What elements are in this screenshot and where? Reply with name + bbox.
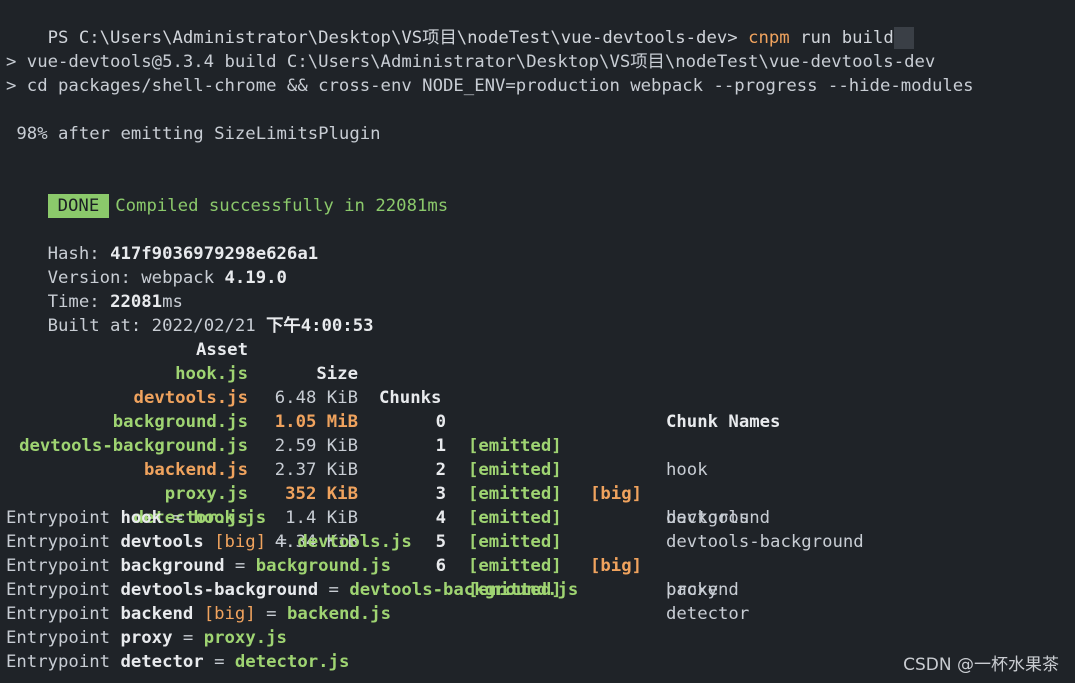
table-row: backend.js 352 KiB 4 [emitted] [big] bac… [6, 434, 1006, 600]
entrypoint-eq: = [172, 628, 204, 648]
chunk-name: proxy [666, 580, 719, 600]
entrypoint-line: Entrypoint hook = hook.js [6, 506, 266, 530]
terminal-output[interactable]: PS C:\Users\Administrator\Desktop\VS项目\n… [6, 0, 1075, 683]
time-line: Time: 22081ms [6, 266, 183, 312]
chunk-name: background [666, 508, 771, 528]
hash-line: Hash: 417f9036979298e626a1 [6, 218, 319, 264]
done-badge: DONE [47, 194, 110, 218]
asset-size: 1.4 KiB [285, 508, 358, 528]
script-line: > cd packages/shell-chrome && cross-env … [6, 76, 974, 96]
entrypoint-file: devtools-background.js [349, 580, 579, 600]
entrypoint-eq: = [266, 532, 298, 552]
entrypoint-label: Entrypoint [6, 508, 121, 528]
entrypoint-file: devtools.js [297, 532, 412, 552]
entrypoint-label: Entrypoint [6, 652, 121, 672]
entrypoint-eq: = [224, 556, 256, 576]
emitted-tag: [emitted] [468, 532, 562, 552]
entrypoint-line: Entrypoint proxy = proxy.js [6, 626, 287, 650]
entrypoint-label: Entrypoint [6, 580, 121, 600]
entrypoint-file: detector.js [234, 652, 350, 672]
emitted-tag: [emitted] [468, 508, 562, 528]
entrypoint-eq: = [203, 652, 235, 672]
done-message: Compiled successfully in 22081ms [115, 196, 449, 216]
entrypoint-line: Entrypoint backend [big] = backend.js [6, 602, 391, 626]
table-row: devtools.js 1.05 MiB 1 [emitted] [big] d… [6, 362, 1006, 528]
entrypoint-file: background.js [255, 556, 391, 576]
big-tag: [big] [203, 604, 256, 624]
version-value: 4.19.0 [224, 268, 287, 288]
entrypoint-label: Entrypoint [6, 628, 121, 648]
prompt-line: PS C:\Users\Administrator\Desktop\VS项目\n… [6, 2, 914, 49]
table-row: devtools-background.js 2.37 KiB 3 [emitt… [6, 410, 1006, 552]
entrypoint-name: hook [120, 508, 163, 528]
chunk-id: 4 [435, 508, 446, 528]
script-line: > vue-devtools@5.3.4 build C:\Users\Admi… [6, 52, 936, 72]
terminal-cursor [893, 27, 914, 49]
entrypoint-file: backend.js [286, 604, 391, 624]
entrypoint-label: Entrypoint [6, 604, 121, 624]
csdn-watermark: CSDN @一杯水果茶 [903, 655, 1059, 675]
entrypoint-file: hook.js [193, 508, 267, 528]
chunk-name: devtools-background [666, 532, 864, 552]
entrypoint-name: devtools-background [120, 580, 319, 600]
entrypoint-eq: = [318, 580, 350, 600]
entrypoint-name: backend [120, 604, 194, 624]
done-line: DONE Compiled successfully in 22081ms [6, 170, 448, 218]
entrypoint-line: Entrypoint devtools-background = devtool… [6, 578, 578, 602]
entrypoint-label: Entrypoint [6, 532, 121, 552]
entrypoint-name: background [120, 556, 225, 576]
entrypoint-line: Entrypoint devtools [big] = devtools.js [6, 530, 412, 554]
progress-line: 98% after emitting SizeLimitsPlugin [6, 124, 381, 144]
asset-table-header: Asset Size Chunks Chunk Names [6, 314, 1006, 432]
big-tag: [big] [214, 532, 267, 552]
command-args: run build [789, 28, 894, 48]
entrypoint-name: proxy [120, 628, 173, 648]
entrypoint-name: detector [120, 652, 204, 672]
entrypoint-file: proxy.js [203, 628, 287, 648]
version-line: Version: webpack 4.19.0 [6, 242, 287, 288]
table-row: detector.js 4.34 KiB 6 [emitted] detecto… [6, 482, 1006, 624]
big-tag: [big] [590, 556, 643, 576]
prompt-path: PS C:\Users\Administrator\Desktop\VS项目\n… [47, 28, 749, 48]
entrypoint-eq: = [162, 508, 194, 528]
entrypoint-label: Entrypoint [6, 556, 121, 576]
command-executable: cnpm [748, 28, 790, 48]
table-row: proxy.js 1.4 KiB 5 [emitted] proxy [6, 458, 1006, 600]
entrypoint-line: Entrypoint detector = detector.js [6, 650, 349, 674]
entrypoint-eq: = [255, 604, 287, 624]
chunk-name: detector [666, 604, 750, 624]
entrypoint-name: devtools [120, 532, 204, 552]
table-row: hook.js 6.48 KiB 0 [emitted] hook [6, 338, 1006, 480]
built-at-line: Built at: 2022/02/21 下午4:00:53 [6, 290, 374, 336]
entrypoint-line: Entrypoint background = background.js [6, 554, 391, 578]
table-row: background.js 2.59 KiB 2 [emitted] backg… [6, 386, 1006, 528]
emitted-tag: [emitted] [468, 556, 562, 576]
